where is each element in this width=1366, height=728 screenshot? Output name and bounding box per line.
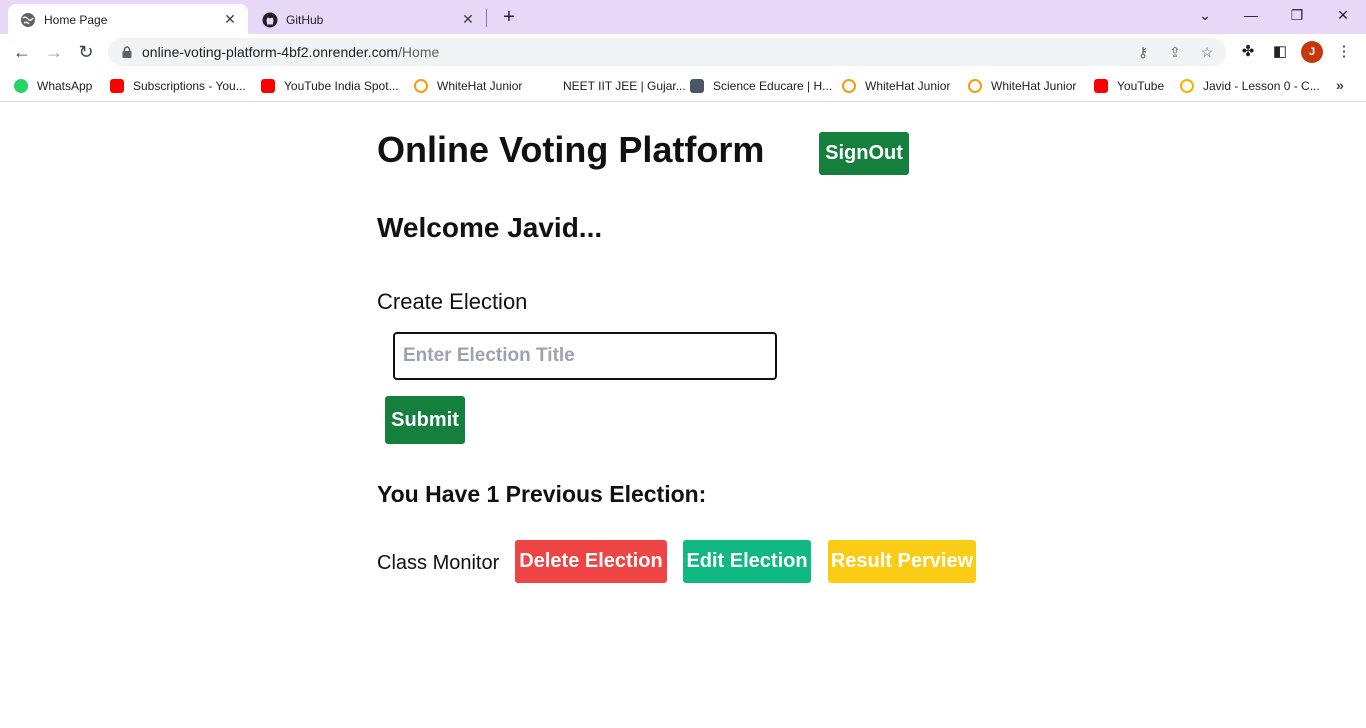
url-text: online-voting-platform-4bf2.onrender.com… [142, 44, 439, 60]
more-bookmarks-chevron-icon[interactable]: » [1336, 77, 1344, 93]
lock-icon [122, 46, 132, 58]
delete-election-button[interactable]: Delete Election [515, 540, 667, 583]
previous-elections-heading: You Have 1 Previous Election: [377, 481, 707, 507]
tab-github[interactable]: GitHub ✕ [250, 4, 486, 34]
tab-title: Home Page [44, 13, 108, 27]
address-bar[interactable]: online-voting-platform-4bf2.onrender.com… [108, 38, 1226, 66]
codingal-icon [1180, 79, 1194, 93]
welcome-heading: Welcome Javid... [377, 212, 603, 243]
science-icon [690, 79, 704, 93]
bookmark-label: YouTube India Spot... [284, 79, 399, 93]
bookmark-whitehat-2[interactable]: WhiteHat Junior [842, 77, 950, 95]
bookmark-science-educare[interactable]: Science Educare | H... [690, 77, 832, 95]
tab-strip: Home Page ✕ GitHub ✕ + ⌄ — ❐ ✕ [0, 0, 1366, 34]
url-host: online-voting-platform-4bf2.onrender.com [142, 44, 399, 60]
youtube-icon [1094, 79, 1108, 93]
forward-arrow-icon[interactable]: → [42, 40, 66, 64]
tab-separator [486, 9, 487, 27]
tab-title: GitHub [286, 13, 324, 27]
submit-button[interactable]: Submit [385, 396, 465, 444]
edit-election-button[interactable]: Edit Election [683, 540, 811, 583]
bookmark-youtube[interactable]: YouTube [1094, 77, 1164, 95]
whitehat-icon [842, 79, 856, 93]
bookmark-javid-lesson[interactable]: Javid - Lesson 0 - C... [1180, 77, 1320, 95]
bookmark-whitehat-3[interactable]: WhiteHat Junior [968, 77, 1076, 95]
back-arrow-icon[interactable]: ← [10, 40, 34, 64]
bookmark-youtube-india[interactable]: YouTube India Spot... [261, 77, 399, 95]
close-window-icon[interactable]: ✕ [1331, 4, 1355, 26]
bookmark-subscriptions[interactable]: Subscriptions - You... [110, 77, 246, 95]
whitehat-icon [414, 79, 428, 93]
url-path: /Home [398, 44, 440, 60]
bookmark-whatsapp[interactable]: WhatsApp [14, 77, 92, 95]
bookmark-label: NEET IIT JEE | Gujar... [563, 79, 686, 93]
globe-icon [21, 13, 35, 27]
whitehat-icon [968, 79, 982, 93]
bookmark-label: WhatsApp [37, 79, 93, 93]
bookmark-label: WhiteHat Junior [437, 79, 523, 93]
blank-icon [540, 79, 554, 93]
tab-home-page[interactable]: Home Page ✕ [8, 4, 248, 34]
bookmark-label: Science Educare | H... [713, 79, 833, 93]
election-title-input[interactable] [393, 332, 777, 380]
youtube-icon [261, 79, 275, 93]
page-title: Online Voting Platform [377, 129, 765, 170]
new-tab-plus-icon[interactable]: + [498, 6, 520, 28]
share-icon[interactable]: ⇪ [1166, 44, 1184, 60]
create-election-label: Create Election [377, 289, 528, 314]
github-icon [262, 12, 278, 28]
restore-icon[interactable]: ❐ [1285, 4, 1309, 26]
result-preview-button[interactable]: Result Perview [828, 540, 976, 583]
election-name: Class Monitor [377, 552, 500, 574]
close-tab-icon[interactable]: ✕ [460, 11, 476, 27]
bookmark-label: Javid - Lesson 0 - C... [1203, 79, 1320, 93]
bookmark-label: Subscriptions - You... [133, 79, 246, 93]
youtube-icon [110, 79, 124, 93]
key-icon[interactable]: ⚷ [1134, 44, 1152, 60]
extensions-puzzle-icon[interactable]: ✤ [1238, 42, 1258, 62]
bookmark-whitehat-1[interactable]: WhiteHat Junior [414, 77, 522, 95]
minimize-icon[interactable]: — [1239, 4, 1263, 26]
signout-button[interactable]: SignOut [819, 132, 909, 175]
star-icon[interactable]: ☆ [1198, 44, 1216, 60]
menu-kebab-icon[interactable]: ⋮ [1334, 42, 1354, 62]
bookmark-label: WhiteHat Junior [991, 79, 1077, 93]
bookmark-label: YouTube [1117, 79, 1165, 93]
profile-avatar[interactable]: J [1301, 41, 1323, 63]
close-tab-icon[interactable]: ✕ [222, 11, 238, 27]
bookmarks-bar: WhatsApp Subscriptions - You... YouTube … [0, 70, 1366, 102]
reload-icon[interactable]: ↻ [74, 40, 98, 64]
bookmark-neet[interactable]: NEET IIT JEE | Gujar... [540, 77, 686, 95]
bookmark-label: WhiteHat Junior [865, 79, 951, 93]
tab-search-chevron-down-icon[interactable]: ⌄ [1193, 4, 1217, 26]
side-panel-icon[interactable]: ◧ [1270, 42, 1290, 62]
whatsapp-icon [14, 79, 28, 93]
